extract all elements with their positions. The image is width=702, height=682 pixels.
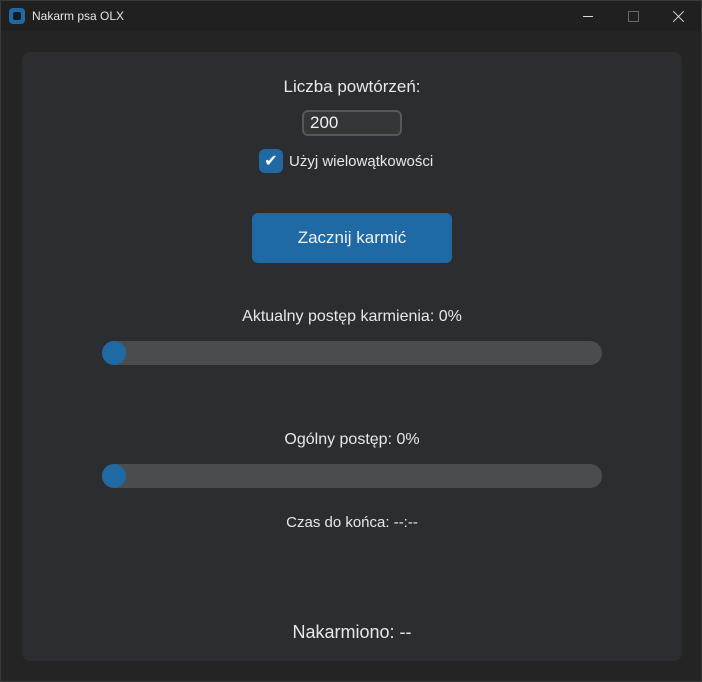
- current-progress-bar: [102, 341, 602, 365]
- multithread-checkbox[interactable]: ✔: [259, 149, 283, 173]
- minimize-icon: [583, 15, 593, 17]
- maximize-button[interactable]: [610, 1, 656, 31]
- start-feeding-button[interactable]: Zacznij karmić: [252, 213, 452, 263]
- close-button[interactable]: [656, 1, 702, 31]
- title-bar[interactable]: Nakarm psa OLX: [1, 1, 701, 31]
- close-icon: [673, 10, 685, 22]
- multithread-option[interactable]: ✔ Użyj wielowątkowości: [259, 149, 433, 173]
- multithread-label[interactable]: Użyj wielowątkowości: [289, 153, 433, 170]
- current-progress-label: Aktualny postęp karmienia: 0%: [242, 308, 462, 325]
- repeat-count-input[interactable]: [302, 110, 402, 136]
- overall-progress-bar: [102, 464, 602, 488]
- repeat-count-label: Liczba powtórzeń:: [283, 77, 421, 96]
- maximize-icon: [627, 10, 639, 22]
- minimize-button[interactable]: [565, 1, 611, 31]
- overall-progress-fill: [102, 464, 126, 488]
- main-panel: Liczba powtórzeń: ✔ Użyj wielowątkowości…: [22, 52, 682, 661]
- overall-progress-label: Ogólny postęp: 0%: [284, 431, 420, 448]
- fed-count-label: Nakarmiono: --: [292, 622, 412, 642]
- checkmark-icon: ✔: [264, 153, 278, 170]
- app-icon: [9, 8, 25, 24]
- app-window: Nakarm psa OLX Liczba powtórzeń: ✔ Użyj …: [0, 0, 702, 682]
- current-progress-fill: [102, 341, 126, 365]
- time-remaining-label: Czas do końca: --:--: [286, 514, 418, 531]
- window-title: Nakarm psa OLX: [32, 9, 125, 23]
